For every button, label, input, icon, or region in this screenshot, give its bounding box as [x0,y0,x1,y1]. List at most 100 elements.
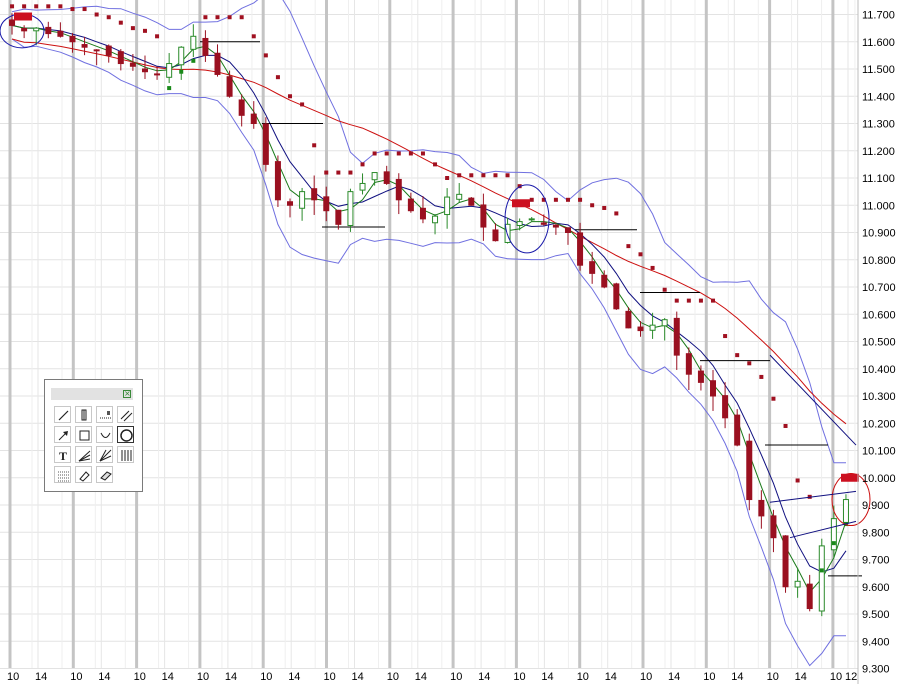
x-tick-label: 10 [324,671,336,683]
cycle-lines-tool[interactable] [117,446,134,463]
candle-body [299,191,306,209]
x-tick-label: 14 [605,671,617,683]
candle-body [69,35,76,43]
candle-body [93,49,100,52]
sar-dot [288,94,293,99]
ellipse-icon [120,429,133,442]
candle-body [613,283,620,310]
sar-dot [759,374,764,379]
trend-line [789,520,857,539]
sar-dot [227,15,232,20]
parallel-lines-tool[interactable] [117,406,134,423]
sar-dot [94,12,99,17]
y-tick-label: 10.100 [862,446,896,458]
candle-body [359,182,366,191]
candle-body [794,580,801,588]
x-tick-label: 14 [35,671,47,683]
sar-dot [396,151,401,156]
arrow-icon [58,431,68,441]
candle-body [395,178,402,201]
candle-body [673,317,680,356]
arrow-tool[interactable] [54,426,71,443]
sar-dot [771,396,776,401]
eraser-icon [79,471,90,482]
candle-body [432,215,439,224]
sar-dot [46,4,51,9]
sar-dot [179,69,184,74]
x-tick-label: 10 [577,671,589,683]
annotation-marker [14,12,32,21]
sar-dot [493,173,498,178]
candle-body [105,45,112,56]
y-tick-label: 9.500 [862,609,890,621]
vertical-text-icon [81,409,87,421]
delete-tool[interactable] [96,466,113,483]
delete-icon [100,471,112,481]
sar-dot [191,58,196,63]
sar-dot [433,162,438,167]
price-chart[interactable]: 9.300 9.400 9.500 9.600 9.700 9.800 9.900 10.00… [0,0,899,684]
sar-dot [445,176,450,180]
y-tick-label: 11.200 [862,146,895,158]
horizontal-line-tool[interactable] [96,406,113,423]
candle-body [117,51,124,65]
sar-dot [22,4,27,9]
line-tool[interactable] [54,406,71,423]
sar-dot [469,173,474,178]
sar-dot [735,353,740,358]
ellipse-tool[interactable] [117,426,134,443]
close-icon[interactable]: × [123,390,131,398]
sar-dot [553,197,558,202]
sar-dot [263,53,268,58]
x-tick-label: 10 [640,671,652,683]
sar-dot [324,170,329,175]
vertical-text-tool[interactable] [75,406,92,423]
fibonacci-fan-tool[interactable] [96,446,113,463]
x-tick-label: 10 [197,671,209,683]
candle-body [238,99,245,116]
vertical-gridlines [8,0,856,668]
candle-body [601,274,608,288]
toolbox-titlebar[interactable] [51,388,133,400]
x-tick-label: 14 [478,671,490,683]
y-tick-label: 10.000 [862,473,896,485]
sar-dot [674,298,679,303]
arc-tool[interactable] [96,426,113,443]
y-tick-label: 9.600 [862,582,890,594]
fibonacci-fan-icon [99,449,112,462]
annotation-marker [841,473,859,482]
eraser-tool[interactable] [75,466,92,483]
candle-body [9,19,16,26]
sar-dot [590,203,595,208]
x-tick-label: 10 [450,671,462,683]
sar-dot [420,151,425,156]
candle-body [806,583,813,610]
drawing-toolbox[interactable]: × T [44,379,143,492]
sar-dot [239,15,244,20]
sar-dot [215,15,220,20]
rectangle-tool[interactable] [75,426,92,443]
candle-body [141,68,148,73]
sar-dot [203,15,208,20]
parallel-lines-icon [120,410,133,422]
candle-body [371,172,378,181]
sar-dot [58,4,63,9]
sar-dot [662,287,667,292]
candle-body [407,198,414,212]
sar-dot [312,143,317,148]
x-tick-label: 14 [288,671,300,683]
candle-body [81,44,88,48]
text-tool[interactable]: T [54,446,71,463]
candle-body [262,123,269,165]
sar-dot [336,170,341,175]
candle-body [552,224,559,228]
x-tick-label: 14 [98,671,110,683]
fan-tool[interactable] [75,446,92,463]
sar-dot [275,75,280,80]
x-tick-label: 14 [352,671,364,683]
grid-tool[interactable] [54,466,71,483]
y-axis: 9.300 9.400 9.500 9.600 9.700 9.800 9.900 10.00… [857,0,896,684]
x-tick-label: 14 [415,671,427,683]
sar-dot [34,4,39,9]
sar-dot [626,244,631,249]
